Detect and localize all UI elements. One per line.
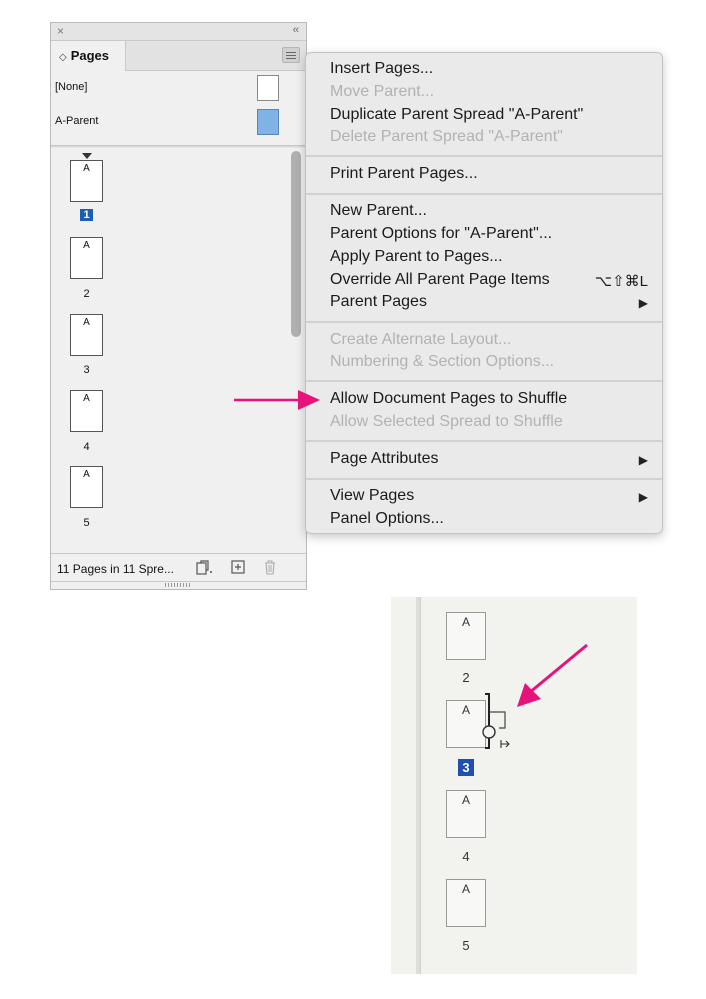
inset-page-thumbnail-5: A <box>446 879 486 927</box>
menu-item-parent-options[interactable]: Parent Options for "A-Parent"... <box>330 225 552 243</box>
submenu-arrow-icon: ▶ <box>638 453 648 467</box>
menu-lines-icon <box>286 52 296 53</box>
menu-item-numbering-section: Numbering & Section Options... <box>330 353 555 370</box>
page-number-4: 4 <box>83 441 90 453</box>
menu-separator <box>306 440 662 442</box>
parent-item-none[interactable]: [None] <box>51 71 306 105</box>
inset-page-number-3: 3 <box>446 759 486 776</box>
page-parent-letter: A <box>461 615 470 629</box>
menu-item-move-parent: Move Parent... <box>330 83 435 100</box>
current-page-marker-icon <box>82 153 92 159</box>
page-number-label: 3 <box>458 759 474 776</box>
tab-pages-label: Pages <box>70 48 110 63</box>
parent-thumbnail <box>257 109 279 135</box>
parent-item-a-parent[interactable]: A-Parent <box>51 105 306 139</box>
panel-flyout-menu: Insert Pages... Move Parent... Duplicate… <box>305 52 663 534</box>
inset-page-number-2: 2 <box>462 670 470 685</box>
override-shortcut: ⌥⇧⌘L <box>594 273 648 290</box>
menu-item-delete-parent-spread: Delete Parent Spread "A-Parent" <box>330 128 563 145</box>
page-parent-letter: A <box>83 240 90 251</box>
panel-title-bar: × ‹‹ <box>51 23 306 41</box>
inset-screenshot: A 2 A 3 A 4 A 5 <box>391 597 637 974</box>
menu-item-allow-selected-spread-shuffle: Allow Selected Spread to Shuffle <box>330 413 563 430</box>
page-parent-letter: A <box>83 469 90 480</box>
page-parent-letter: A <box>461 882 470 896</box>
inset-page-thumbnail-4: A <box>446 790 486 838</box>
menu-item-print-parent-pages[interactable]: Print Parent Pages... <box>330 165 478 183</box>
menu-item-insert-pages[interactable]: Insert Pages... <box>330 60 433 78</box>
page-thumbnail-3[interactable]: A <box>70 314 103 356</box>
menu-separator <box>306 380 662 382</box>
parent-thumbnail <box>257 75 279 101</box>
tab-chevron-icon: ◇ <box>59 52 67 63</box>
page-thumbnail-5[interactable]: A <box>70 466 103 508</box>
collapse-icon[interactable]: ‹‹ <box>293 24 299 36</box>
inset-page-number-5: 5 <box>462 938 470 953</box>
menu-separator <box>306 321 662 323</box>
menu-item-apply-parent[interactable]: Apply Parent to Pages... <box>330 248 503 266</box>
page-thumbnail-4[interactable]: A <box>70 390 103 432</box>
new-page-icon[interactable] <box>231 560 245 577</box>
menu-item-override-parent-items[interactable]: Override All Parent Page Items <box>330 271 550 289</box>
page-parent-letter: A <box>461 793 470 807</box>
close-icon[interactable]: × <box>57 24 64 38</box>
pages-panel: × ‹‹ ◇ Pages [None] A-Parent A 1 A 2 A 3 … <box>50 22 307 590</box>
menu-separator <box>306 478 662 480</box>
submenu-arrow-icon: ▶ <box>638 296 648 310</box>
menu-item-allow-document-pages-shuffle[interactable]: Allow Document Pages to Shuffle <box>330 390 567 408</box>
trash-icon[interactable] <box>263 560 277 578</box>
page-parent-letter: A <box>83 317 90 328</box>
page-number-3: 3 <box>83 364 90 376</box>
parent-label: A-Parent <box>55 115 99 127</box>
menu-item-new-parent[interactable]: New Parent... <box>330 202 427 220</box>
page-parent-letter: A <box>83 393 90 404</box>
resize-grip[interactable] <box>51 581 306 590</box>
submenu-arrow-icon: ▶ <box>638 490 648 504</box>
inset-page-thumbnail-2: A <box>446 612 486 660</box>
panel-tab-row: ◇ Pages <box>51 41 306 71</box>
page-thumbnail-1[interactable]: A <box>70 160 103 202</box>
panel-footer: 11 Pages in 11 Spre... <box>51 553 306 583</box>
panel-menu-button[interactable] <box>282 47 300 63</box>
page-count-status: 11 Pages in 11 Spre... <box>57 562 174 576</box>
pointer-arrow-icon <box>517 643 588 707</box>
page-thumbnail-2[interactable]: A <box>70 237 103 279</box>
menu-item-duplicate-parent-spread[interactable]: Duplicate Parent Spread "A-Parent" <box>330 106 583 124</box>
edit-page-size-icon[interactable] <box>195 560 215 579</box>
menu-item-view-pages[interactable]: View Pages <box>330 487 414 505</box>
pages-scrollbar[interactable] <box>291 151 301 337</box>
panel-divider[interactable] <box>51 145 306 148</box>
menu-item-page-attributes[interactable]: Page Attributes <box>330 450 439 468</box>
menu-item-panel-options[interactable]: Panel Options... <box>330 510 444 528</box>
page-parent-letter: A <box>83 163 90 174</box>
menu-separator <box>306 155 662 157</box>
menu-item-create-alternate-layout: Create Alternate Layout... <box>330 331 512 348</box>
pointer-arrow-icon <box>234 390 320 410</box>
grip-icon <box>165 583 191 587</box>
page-number-5: 5 <box>83 517 90 529</box>
parent-label: [None] <box>55 81 88 93</box>
panel-edge-line <box>420 597 421 974</box>
menu-item-parent-pages[interactable]: Parent Pages <box>330 293 427 311</box>
menu-line <box>286 58 296 59</box>
page-number-1: 1 <box>70 209 103 221</box>
menu-line <box>286 55 296 56</box>
page-number-label: 1 <box>80 209 93 221</box>
inset-page-number-4: 4 <box>462 849 470 864</box>
tab-pages[interactable]: ◇ Pages <box>51 41 126 71</box>
page-number-2: 2 <box>83 288 90 300</box>
menu-separator <box>306 193 662 195</box>
